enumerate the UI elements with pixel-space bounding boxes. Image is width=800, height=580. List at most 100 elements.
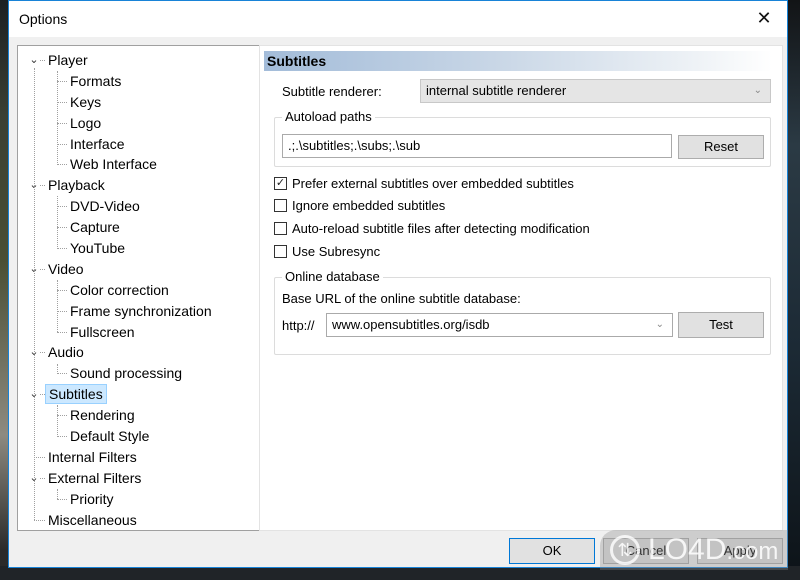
- tree-item[interactable]: YouTube: [18, 238, 261, 259]
- tree-item[interactable]: Frame synchronization: [18, 301, 261, 322]
- tree-item[interactable]: Web Interface: [18, 154, 261, 175]
- tree-item[interactable]: ⌄ Playback: [18, 175, 261, 196]
- tree-item[interactable]: Miscellaneous: [18, 510, 261, 531]
- ok-button[interactable]: OK: [509, 538, 595, 564]
- checkbox-label: Ignore embedded subtitles: [292, 198, 446, 214]
- tree-item[interactable]: Logo: [18, 113, 261, 134]
- checkbox-checked[interactable]: ✓: [274, 176, 287, 190]
- tree-item[interactable]: Priority: [18, 489, 261, 510]
- tree-item[interactable]: DVD-Video: [18, 196, 261, 217]
- reset-button[interactable]: Reset: [678, 135, 764, 159]
- tree-item-label: Priority: [70, 490, 114, 507]
- subtitle-db-url-combo[interactable]: www.opensubtitles.org/isdb ⌄: [326, 313, 673, 337]
- tree-child-connector: [57, 70, 58, 165]
- tree-connector: [57, 248, 67, 250]
- tree-item-label: Sound processing: [70, 365, 183, 382]
- http-prefix-label: http://: [282, 318, 315, 333]
- checkbox[interactable]: [274, 221, 287, 235]
- tree-item-label: Capture: [70, 219, 120, 236]
- tree-item-label: Logo: [70, 114, 102, 131]
- base-url-label: Base URL of the online subtitle database…: [282, 291, 521, 306]
- tree-item[interactable]: Rendering: [18, 405, 261, 426]
- tree-connector: [57, 289, 67, 291]
- autoload-paths-group: Autoload paths .;.\subtitles;.\subs;.\su…: [274, 109, 771, 167]
- online-database-title: Online database: [282, 269, 383, 284]
- window-title: Options: [19, 11, 68, 27]
- tree-connector: [57, 498, 67, 500]
- checkbox-row[interactable]: Ignore embedded subtitles: [274, 197, 445, 215]
- subtitle-renderer-value: internal subtitle renderer: [426, 83, 567, 98]
- tree-connector: [57, 310, 67, 312]
- tree-connector: [57, 143, 67, 145]
- test-button[interactable]: Test: [678, 312, 764, 338]
- checkbox[interactable]: [274, 244, 287, 258]
- checkbox-row[interactable]: Use Subresync: [274, 242, 380, 260]
- tree-connector: [57, 373, 67, 375]
- subtitle-renderer-select[interactable]: internal subtitle renderer ⌄: [420, 79, 771, 103]
- tree-item-label: External Filters: [48, 469, 142, 486]
- cancel-button[interactable]: Cancel: [603, 538, 689, 564]
- tree-connector: [57, 101, 67, 103]
- tree-item-label: Audio: [48, 344, 84, 361]
- tree-item-label: Rendering: [70, 407, 135, 424]
- tree-child-connector: [57, 279, 58, 333]
- tree-connector: [34, 519, 45, 521]
- tree-item[interactable]: ⌄ External Filters: [18, 468, 261, 489]
- tree-child-connector: [57, 363, 58, 374]
- tree-item-label: Keys: [70, 93, 102, 110]
- checkbox-label: Use Subresync: [292, 243, 381, 259]
- title-bar: Options ✕: [9, 1, 787, 37]
- options-tree[interactable]: ⌄ Player Formats Keys Logo Interface Web Inter…: [17, 45, 262, 531]
- tree-child-connector: [57, 488, 58, 500]
- online-database-group: Online database Base URL of the online s…: [274, 269, 771, 355]
- tree-root-connector: [34, 68, 35, 521]
- tree-item[interactable]: Internal Filters: [18, 447, 261, 468]
- tree-item[interactable]: Sound processing: [18, 363, 261, 384]
- tree-connector: [57, 80, 67, 82]
- autoload-paths-title: Autoload paths: [282, 109, 375, 124]
- checkbox-label: Prefer external subtitles over embedded …: [292, 175, 574, 191]
- apply-button[interactable]: Apply: [697, 538, 783, 564]
- checkbox-row[interactable]: Auto-reload subtitle files after detecti…: [274, 219, 590, 237]
- tree-item[interactable]: ⌄ Subtitles: [18, 384, 261, 405]
- chevron-down-icon: ⌄: [753, 85, 762, 96]
- tree-connector: [34, 456, 45, 458]
- checkbox-label: Auto-reload subtitle files after detecti…: [292, 220, 590, 236]
- tree-item[interactable]: Keys: [18, 92, 261, 113]
- tree-item[interactable]: Interface: [18, 134, 261, 155]
- tree-connector: [57, 415, 67, 417]
- tree-item[interactable]: Capture: [18, 217, 261, 238]
- tree-item-label: Playback: [48, 177, 105, 194]
- tree-child-connector: [57, 196, 58, 249]
- tree-item-label: Miscellaneous: [48, 511, 137, 528]
- tree-item-label: Color correction: [70, 281, 169, 298]
- chevron-down-icon[interactable]: ⌄: [28, 54, 40, 66]
- tree-item[interactable]: Default Style: [18, 426, 261, 447]
- tree-item-label: YouTube: [70, 240, 126, 257]
- tree-item[interactable]: Fullscreen: [18, 322, 261, 343]
- tree-item-label: Formats: [70, 72, 122, 89]
- tree-item[interactable]: Color correction: [18, 280, 261, 301]
- tree-item-label: Default Style: [70, 428, 150, 445]
- close-button[interactable]: ✕: [741, 1, 787, 35]
- tree-item-label: Frame synchronization: [70, 302, 212, 319]
- subtitle-db-url-value: www.opensubtitles.org/isdb: [332, 317, 490, 332]
- tree-item[interactable]: ⌄ Audio: [18, 342, 261, 363]
- tree-item-label: Fullscreen: [70, 323, 135, 340]
- tree-item[interactable]: ⌄ Player: [18, 50, 261, 71]
- autoload-paths-input[interactable]: .;.\subtitles;.\subs;.\sub: [282, 134, 672, 158]
- tree-item-label: Internal Filters: [48, 448, 137, 465]
- tree-connector: [57, 436, 67, 438]
- tree-child-connector: [57, 405, 58, 437]
- checkbox[interactable]: [274, 199, 287, 213]
- close-icon: ✕: [756, 7, 772, 28]
- subtitle-renderer-label: Subtitle renderer:: [282, 84, 382, 99]
- background-player-controls: [0, 566, 800, 580]
- tree-item[interactable]: ⌄ Video: [18, 259, 261, 280]
- checkbox-row[interactable]: ✓ Prefer external subtitles over embedded…: [274, 174, 574, 192]
- tree-item-label: Subtitles: [45, 384, 107, 405]
- section-header: Subtitles: [264, 51, 772, 71]
- tree-item-label: Video: [48, 260, 84, 277]
- tree-item[interactable]: Formats: [18, 71, 261, 92]
- chevron-down-icon: ⌄: [655, 319, 664, 330]
